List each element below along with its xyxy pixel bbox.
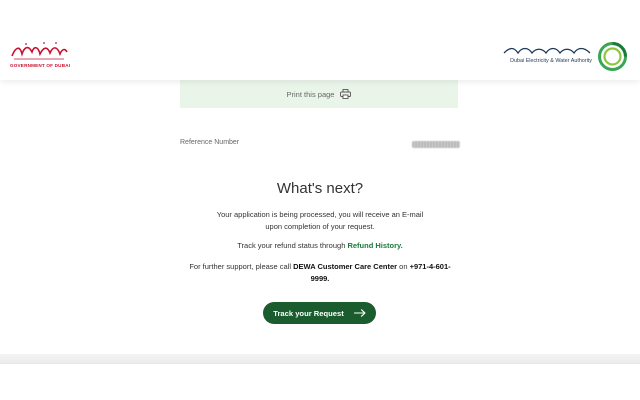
print-page-button[interactable]: Print this page	[180, 80, 458, 108]
reference-number-label: Reference Number	[180, 139, 240, 146]
gov-logo-text: GOVERNMENT OF DUBAI	[10, 63, 71, 68]
refund-status-message: Track your refund status through Refund …	[180, 240, 460, 252]
gov-arabic-calligraphy-icon	[11, 42, 68, 60]
support-mid: on	[397, 262, 410, 271]
dewa-english-name: Dubai Electricity & Water Authority	[510, 58, 592, 64]
dewa-arabic-name-icon	[503, 47, 591, 55]
customer-care-center: DEWA Customer Care Center	[293, 262, 398, 271]
support-message: For further support, please call DEWA Cu…	[180, 261, 460, 285]
track-request-button[interactable]: Track your Request	[263, 302, 376, 324]
processing-line-2: upon completion of your request.	[265, 222, 375, 231]
government-of-dubai-logo[interactable]: GOVERNMENT OF DUBAI	[10, 40, 70, 70]
print-label: Print this page	[286, 89, 335, 99]
support-prefix: For further support, please call	[189, 262, 294, 271]
processing-line-1: Your application is being processed, you…	[216, 210, 424, 219]
refund-history-link[interactable]: Refund History.	[347, 241, 402, 250]
arrow-right-icon	[353, 309, 366, 317]
footer-divider	[0, 354, 640, 364]
reference-number-value	[412, 141, 460, 148]
site-header: GOVERNMENT OF DUBAI Dubai Electricity & …	[0, 0, 640, 80]
reference-number-row: Reference Number	[180, 139, 460, 151]
processing-message: Your application is being processed, you…	[180, 209, 460, 233]
track-request-label: Track your Request	[273, 308, 344, 318]
dewa-emblem-icon	[598, 42, 627, 71]
refund-status-text: Track your refund status through	[237, 241, 348, 250]
dewa-logo[interactable]: Dubai Electricity & Water Authority	[498, 41, 628, 73]
printer-icon	[340, 89, 352, 99]
whats-next-title: What's next?	[276, 180, 364, 197]
